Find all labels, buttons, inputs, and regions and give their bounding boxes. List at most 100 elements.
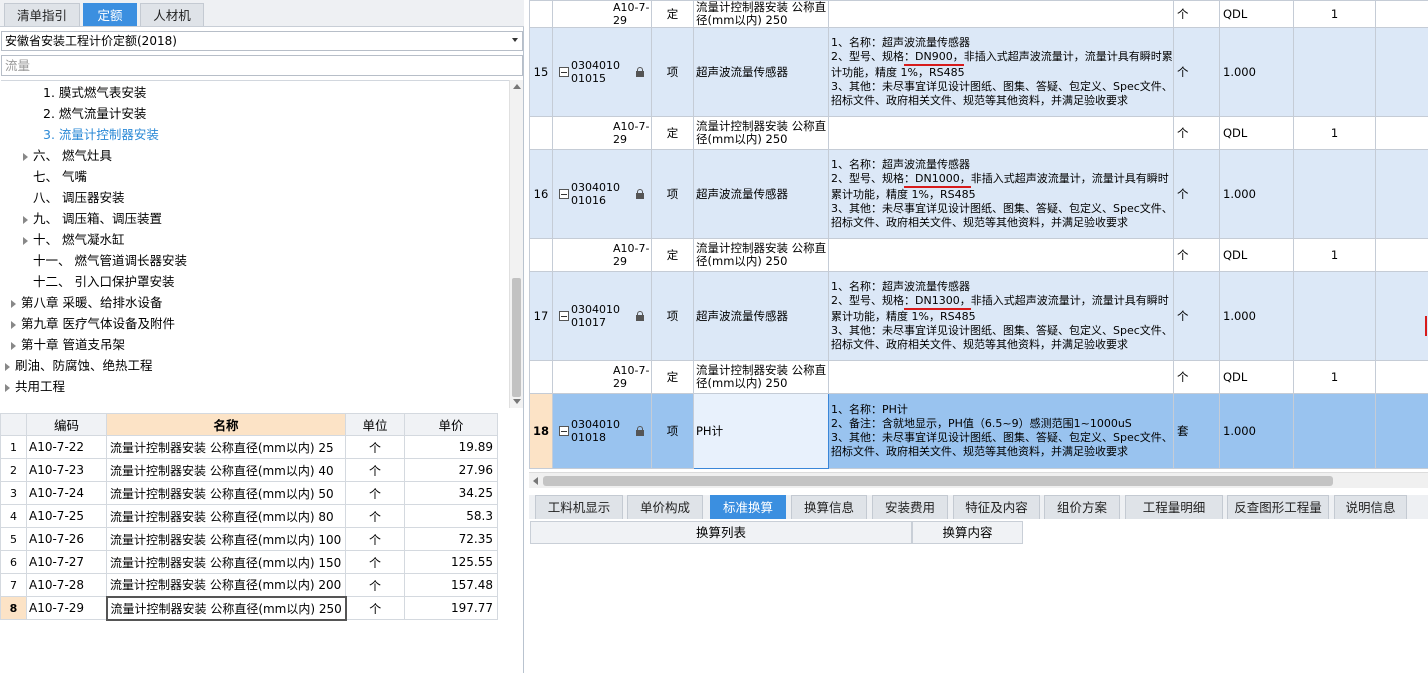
quota-code[interactable]: A10-7-28 (26, 573, 107, 597)
row-number[interactable]: 4 (0, 504, 27, 528)
bill-extra[interactable] (1375, 360, 1428, 394)
bill-extra[interactable] (1375, 149, 1428, 239)
tree-node[interactable]: 3. 流量计控制器安装 (43, 124, 159, 145)
bill-unit[interactable]: 个 (1173, 271, 1220, 361)
search-input[interactable]: 流量 (1, 55, 523, 76)
expand-arrow-icon[interactable] (11, 320, 16, 329)
quota-name[interactable]: 流量计控制器安装 公称直径(mm以内) 100 (106, 527, 346, 551)
expand-arrow-icon[interactable] (5, 383, 10, 392)
bill-unit[interactable]: 个 (1173, 149, 1220, 239)
bill-quantity[interactable]: 1 (1293, 360, 1376, 394)
col-header-price[interactable]: 单价 (404, 413, 498, 436)
table-row[interactable]: 1 A10-7-22 流量计控制器安装 公称直径(mm以内) 25 个 19.89 (0, 435, 498, 459)
bill-code[interactable]: 0304010 01017 (552, 271, 652, 361)
quota-price[interactable]: 58.3 (404, 504, 498, 528)
quota-unit[interactable]: 个 (345, 596, 405, 620)
bill-quantity[interactable]: 1 (1293, 0, 1376, 28)
bill-unit[interactable]: 个 (1173, 0, 1220, 28)
bill-quantity[interactable] (1293, 393, 1376, 469)
bill-unit[interactable]: 个 (1173, 27, 1220, 117)
expand-arrow-icon[interactable] (11, 299, 16, 308)
tree-node[interactable]: 第十章 管道支吊架 (11, 334, 125, 355)
quota-price[interactable]: 72.35 (404, 527, 498, 551)
detail-tab[interactable]: 反查图形工程量 (1227, 495, 1329, 519)
row-number[interactable]: 15 (529, 27, 553, 117)
bill-row[interactable]: 15 0304010 01015 项超声波流量传感器 1、名称：超声波流量传感器 2、型号… (529, 27, 1428, 117)
quota-code[interactable]: A10-7-23 (26, 458, 107, 482)
expand-arrow-icon[interactable] (5, 362, 10, 371)
tree-node[interactable]: 十一、 燃气管道调长器安装 (33, 250, 187, 271)
bill-code[interactable]: A10-7-29 (552, 0, 652, 28)
tree-node[interactable]: 2. 燃气流量计安装 (43, 103, 146, 124)
detail-tab[interactable]: 特征及内容 (953, 495, 1040, 519)
detail-tab[interactable]: 工料机显示 (535, 495, 623, 519)
quota-code[interactable]: A10-7-26 (26, 527, 107, 551)
quota-code[interactable]: A10-7-24 (26, 481, 107, 505)
bill-code[interactable]: A10-7-29 (552, 238, 652, 272)
quota-price[interactable]: 34.25 (404, 481, 498, 505)
tree-node[interactable]: 七、 气嘴 (33, 166, 87, 187)
detail-tab[interactable]: 换算信息 (791, 495, 867, 519)
bill-quantity[interactable] (1293, 27, 1376, 117)
detail-tab[interactable]: 说明信息 (1334, 495, 1407, 519)
collapse-icon[interactable] (559, 189, 569, 199)
quota-unit[interactable]: 个 (345, 527, 405, 551)
tree-node[interactable]: 刷油、防腐蚀、绝热工程 (5, 355, 153, 376)
collapse-icon[interactable] (559, 311, 569, 321)
grid-horizontal-scrollbar[interactable] (529, 472, 1428, 488)
bill-name[interactable]: 流量计控制器安装 公称直径(mm以内) 250 (693, 238, 829, 272)
quota-unit[interactable]: 个 (345, 504, 405, 528)
quota-unit[interactable]: 个 (345, 573, 405, 597)
tree-node[interactable]: 六、 燃气灶具 (23, 145, 112, 166)
bill-features[interactable]: 1、名称：超声波流量传感器 2、型号、规格：DN900，非插入式超声波流量计，流量… (828, 27, 1174, 117)
bill-extra[interactable] (1375, 238, 1428, 272)
tree-scrollbar[interactable] (509, 80, 523, 408)
bill-row[interactable]: A10-7-29 定流量计控制器安装 公称直径(mm以内) 250 个 QDL 1 (529, 360, 1428, 394)
bill-name[interactable]: 流量计控制器安装 公称直径(mm以内) 250 (693, 360, 829, 394)
bill-unit[interactable]: 个 (1173, 238, 1220, 272)
bill-name[interactable]: 流量计控制器安装 公称直径(mm以内) 250 (693, 0, 829, 28)
bill-quantity-expr[interactable]: 1.000 (1219, 149, 1294, 239)
row-number[interactable] (529, 116, 553, 150)
detail-tab[interactable]: 安装费用 (872, 495, 948, 519)
expand-arrow-icon[interactable] (23, 236, 28, 245)
tree-node[interactable]: 十二、 引入口保护罩安装 (33, 271, 174, 292)
tab-quota[interactable]: 定额 (83, 3, 137, 26)
quota-name[interactable]: 流量计控制器安装 公称直径(mm以内) 80 (106, 504, 346, 528)
tree-node[interactable]: 十、 燃气凝水缸 (23, 229, 124, 250)
bill-extra[interactable] (1375, 271, 1428, 361)
bill-quantity[interactable]: 1 (1293, 238, 1376, 272)
row-number[interactable]: 8 (0, 596, 27, 620)
quota-code[interactable]: A10-7-22 (26, 435, 107, 459)
quota-price[interactable]: 157.48 (404, 573, 498, 597)
quota-unit[interactable]: 个 (345, 550, 405, 574)
quota-unit[interactable]: 个 (345, 458, 405, 482)
bill-features[interactable]: 1、名称：超声波流量传感器 2、型号、规格：DN1000，非插入式超声波流量计，流… (828, 149, 1174, 239)
detail-tab[interactable]: 组价方案 (1044, 495, 1120, 519)
table-row[interactable]: 7 A10-7-28 流量计控制器安装 公称直径(mm以内) 200 个 157.48 (0, 573, 498, 597)
bill-code[interactable]: 0304010 01018 (552, 393, 652, 469)
tree-node[interactable]: 共用工程 (5, 376, 65, 397)
expand-arrow-icon[interactable] (23, 152, 28, 161)
row-number[interactable]: 17 (529, 271, 553, 361)
bill-extra[interactable] (1375, 116, 1428, 150)
quota-price[interactable]: 125.55 (404, 550, 498, 574)
quota-code[interactable]: A10-7-25 (26, 504, 107, 528)
quota-name[interactable]: 流量计控制器安装 公称直径(mm以内) 200 (106, 573, 346, 597)
bill-row[interactable]: A10-7-29 定流量计控制器安装 公称直径(mm以内) 250 个 QDL 1 (529, 238, 1428, 272)
scroll-left-icon[interactable] (533, 477, 538, 485)
quota-library-select[interactable]: 安徽省安装工程计价定额(2018) (1, 31, 523, 51)
bill-features[interactable]: 1、名称：超声波流量传感器 2、型号、规格：DN1300，非插入式超声波流量计，流… (828, 271, 1174, 361)
row-number[interactable] (529, 0, 553, 28)
detail-tab[interactable]: 单价构成 (627, 495, 703, 519)
quota-unit[interactable]: 个 (345, 435, 405, 459)
bill-quantity-expr[interactable]: QDL (1219, 116, 1294, 150)
bill-features[interactable] (828, 0, 1174, 28)
bill-extra[interactable] (1375, 393, 1428, 469)
quota-name[interactable]: 流量计控制器安装 公称直径(mm以内) 40 (106, 458, 346, 482)
table-row[interactable]: 6 A10-7-27 流量计控制器安装 公称直径(mm以内) 150 个 125.55 (0, 550, 498, 574)
expand-arrow-icon[interactable] (11, 341, 16, 350)
row-number[interactable] (529, 238, 553, 272)
table-row[interactable]: 2 A10-7-23 流量计控制器安装 公称直径(mm以内) 40 个 27.96 (0, 458, 498, 482)
bill-type[interactable]: 项 (651, 393, 694, 469)
